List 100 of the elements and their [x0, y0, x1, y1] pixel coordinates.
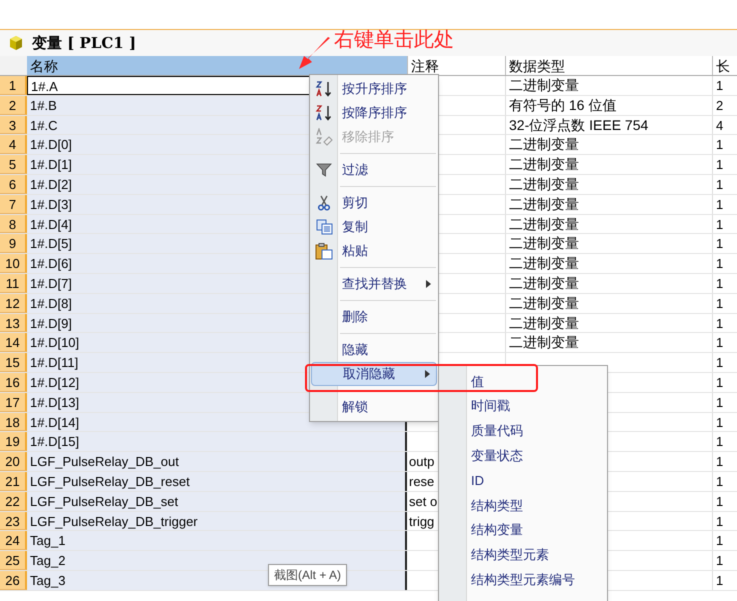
column-header[interactable]: 长	[712, 56, 737, 75]
table-cell: 1	[716, 157, 724, 172]
row-number: 17	[0, 392, 27, 412]
clipboard-icon	[315, 242, 333, 260]
table-cell: outp	[409, 454, 434, 470]
annotation-text: 右键单击此处	[334, 28, 454, 52]
menu-item[interactable]: 时间戳	[471, 396, 510, 416]
row-number: 20	[0, 452, 27, 471]
table-cell: 1	[716, 514, 724, 529]
table-cell: 1	[716, 316, 724, 331]
row-number: 8	[0, 214, 27, 234]
eraser-icon	[315, 128, 333, 146]
menu-item[interactable]: 质量代码	[471, 421, 523, 441]
row-number: 10	[0, 254, 27, 273]
table-cell: 1	[716, 572, 724, 588]
table-cell: 1	[716, 276, 724, 291]
table-cell: 1	[716, 434, 724, 450]
submenu-arrow-icon	[426, 280, 431, 288]
table-cell: 1	[716, 296, 724, 311]
table-cell: 二进制变量	[509, 156, 579, 172]
row-number: 1	[0, 76, 27, 95]
sort-ascending-icon	[315, 80, 333, 98]
menu-item[interactable]: 取消隐藏	[311, 362, 437, 386]
column-header[interactable]: 名称	[27, 56, 407, 75]
table-cell: 1	[716, 414, 724, 430]
table-cell: 1	[716, 454, 724, 470]
row-number: 13	[0, 314, 27, 332]
table-cell: 4	[716, 118, 724, 133]
window-title: 变量 [ PLC1 ]	[32, 32, 136, 54]
row-number: 6	[0, 174, 27, 194]
table-cell: 1	[716, 196, 724, 212]
table-cell: rese	[409, 474, 434, 489]
table-cell: 1#.D[15]	[27, 432, 405, 452]
table-cell: 二进制变量	[509, 255, 579, 272]
table-cell: 1	[716, 474, 724, 489]
row-number: 2	[0, 96, 27, 115]
table-cell: 1	[716, 236, 724, 252]
table-cell: LGF_PulseRelay_DB_out	[27, 452, 405, 471]
row-number: 3	[0, 116, 27, 134]
menu-item[interactable]: 值	[471, 372, 484, 392]
menu-item[interactable]: ID	[471, 470, 484, 490]
table-cell: Tag_1	[27, 531, 405, 550]
table-cell: 1	[716, 355, 724, 370]
table-cell: 二进制变量	[509, 314, 579, 331]
table-cell: 1	[716, 533, 724, 548]
row-number: 5	[0, 155, 27, 174]
table-cell: 二进制变量	[509, 294, 579, 311]
menu-item[interactable]: 结构类型元素编号	[471, 570, 575, 590]
table-cell: 1	[716, 176, 724, 192]
filter-icon	[316, 162, 332, 178]
sort-descending-icon	[315, 104, 333, 122]
table-cell: 1	[716, 335, 724, 350]
row-number: 14	[0, 333, 27, 352]
scissors-icon	[316, 195, 332, 211]
table-cell: 1	[716, 78, 724, 93]
table-cell: 二进制变量	[509, 274, 579, 291]
table-cell: 2	[716, 98, 724, 113]
row-number: 21	[0, 472, 27, 491]
menu-item[interactable]: 变量状态	[471, 446, 523, 466]
table-cell: 1	[716, 553, 724, 568]
table-cell: Tag_2	[27, 551, 405, 570]
menu-item[interactable]: 结构类型元素	[471, 545, 549, 565]
table-cell: 1	[716, 394, 724, 410]
table-cell: 1	[716, 256, 724, 272]
row-number: 25	[0, 551, 27, 570]
menu-item[interactable]: 结构变量	[471, 520, 523, 540]
table-cell: 1	[716, 494, 724, 509]
row-number: 22	[0, 492, 27, 511]
tooltip: 截图(Alt + A)	[268, 564, 348, 586]
table-cell: LGF_PulseRelay_DB_reset	[27, 472, 405, 491]
row-number: 4	[0, 135, 27, 154]
row-number: 19	[0, 432, 27, 452]
row-number: 24	[0, 531, 27, 550]
table-cell: 有符号的 16 位值	[509, 96, 616, 113]
row-number: 26	[0, 570, 27, 590]
table-cell: 二进制变量	[509, 136, 579, 152]
table-cell: 32-位浮点数 IEEE 754	[509, 116, 648, 133]
menu-item[interactable]: 结构类型	[471, 496, 523, 516]
column-header[interactable]: 注释	[407, 56, 505, 75]
table-cell: 二进制变量	[509, 196, 579, 212]
table-cell: 1	[716, 216, 724, 232]
table-cell: 二进制变量	[509, 176, 579, 192]
row-number: 12	[0, 294, 27, 313]
copy-icon	[316, 219, 332, 235]
cube-icon	[8, 35, 24, 51]
submenu-arrow-icon	[425, 370, 430, 378]
table-cell: 二进制变量	[509, 77, 579, 93]
table-cell: trigg	[409, 514, 434, 529]
table-cell: LGF_PulseRelay_DB_set	[27, 492, 405, 511]
row-number: 23	[0, 512, 27, 530]
table-cell: LGF_PulseRelay_DB_trigger	[27, 512, 405, 530]
column-header[interactable]: 数据类型	[505, 56, 712, 75]
annotation-arrow	[298, 36, 332, 70]
row-number: 16	[0, 372, 27, 392]
table-cell: 二进制变量	[509, 216, 579, 232]
row-number: 15	[0, 353, 27, 372]
table-cell: 二进制变量	[509, 235, 579, 252]
row-number: 18	[0, 412, 27, 432]
table-cell: 1	[716, 374, 724, 390]
row-number: 11	[0, 274, 27, 293]
